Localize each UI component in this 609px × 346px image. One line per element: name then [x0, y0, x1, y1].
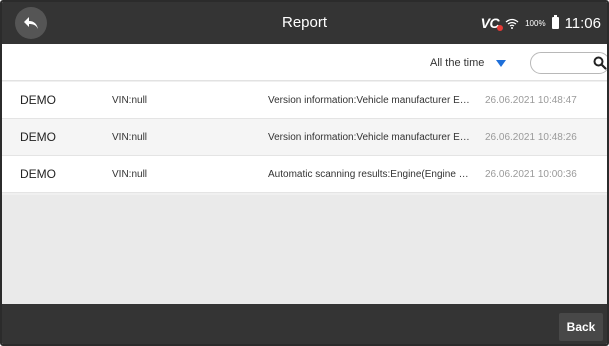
- report-name: DEMO: [20, 167, 56, 181]
- report-row[interactable]: DEMO VIN:null Version information:Vehicl…: [2, 82, 607, 119]
- report-date: 26.06.2021 10:48:26: [485, 131, 577, 143]
- bottom-bar: Back: [2, 304, 607, 344]
- back-button[interactable]: Back: [559, 313, 603, 341]
- vci-status-dot: [497, 25, 504, 31]
- search-icon[interactable]: [593, 56, 607, 70]
- report-vin: VIN:null: [112, 168, 148, 180]
- report-description: Version information:Vehicle manufacturer…: [268, 131, 473, 143]
- report-description: Version information:Vehicle manufacturer…: [268, 94, 473, 106]
- filter-bar: All the time: [2, 44, 607, 81]
- search-box[interactable]: [530, 52, 607, 74]
- report-description: Automatic scanning results:Engine(Engine…: [268, 168, 473, 180]
- report-name: DEMO: [20, 130, 56, 144]
- top-bar: Report VC 100% 11:06: [2, 2, 607, 44]
- empty-list-area: [2, 195, 607, 306]
- battery-icon: [551, 15, 559, 29]
- app-window: Report VC 100% 11:06 All the time DEMO V…: [0, 0, 609, 346]
- report-vin: VIN:null: [112, 131, 148, 143]
- time-range-dropdown[interactable]: All the time: [430, 53, 507, 73]
- report-date: 26.06.2021 10:48:47: [485, 94, 577, 106]
- search-input[interactable]: [539, 53, 595, 73]
- status-area: VC 100% 11:06: [481, 2, 601, 44]
- report-row[interactable]: DEMO VIN:null Automatic scanning results…: [2, 156, 607, 193]
- report-date: 26.06.2021 10:00:36: [485, 168, 577, 180]
- battery-percent: 100%: [525, 18, 546, 28]
- report-vin: VIN:null: [112, 94, 148, 106]
- wifi-icon: [505, 18, 519, 29]
- time-range-value: All the time: [430, 57, 485, 69]
- report-name: DEMO: [20, 93, 56, 107]
- dropdown-caret-icon: [496, 59, 507, 67]
- clock: 11:06: [564, 14, 601, 32]
- report-list: DEMO VIN:null Version information:Vehicl…: [2, 82, 607, 193]
- vci-icon: VC: [481, 15, 504, 31]
- report-row[interactable]: DEMO VIN:null Version information:Vehicl…: [2, 119, 607, 156]
